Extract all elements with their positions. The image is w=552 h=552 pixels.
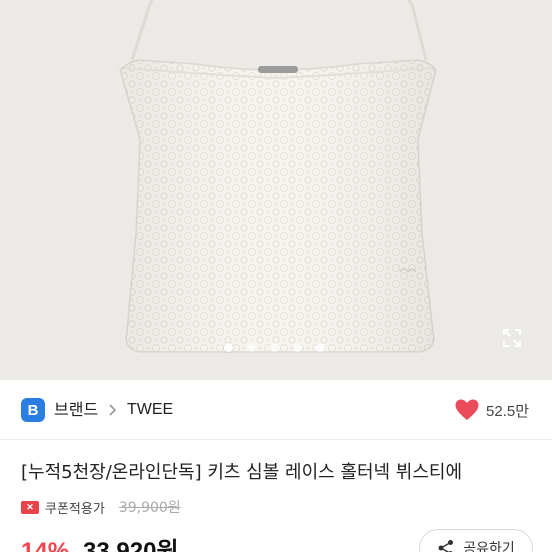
original-price: 39,900원	[118, 500, 181, 516]
lace-camisole-photo	[0, 0, 552, 380]
chevron-right-icon	[109, 404, 117, 416]
pagination-dot-5[interactable]	[315, 343, 325, 352]
price-row: 14% 33,920원	[21, 531, 179, 552]
pagination-dot-2[interactable]	[246, 343, 256, 352]
like-count: 52.5만	[486, 402, 529, 420]
product-image[interactable]	[0, 0, 552, 380]
image-pagination	[0, 343, 550, 353]
share-button[interactable]: 공유하기	[419, 529, 533, 552]
coupon-label: 쿠폰적용가	[45, 501, 105, 517]
brand-badge-icon: B	[21, 398, 45, 422]
brand-label: 브랜드	[54, 400, 99, 419]
pagination-dot-4[interactable]	[292, 343, 302, 352]
brand-name-link[interactable]: TWEE	[127, 399, 173, 421]
share-icon	[438, 540, 454, 552]
share-label: 공유하기	[463, 541, 515, 552]
coupon-icon: ✕	[21, 500, 39, 514]
sale-price: 33,920원	[83, 538, 179, 552]
pagination-dot-3[interactable]	[269, 343, 279, 352]
discount-rate: 14%	[21, 538, 70, 552]
pagination-dot-1[interactable]	[223, 343, 233, 352]
coupon-row: ✕ 쿠폰적용가 39,900원	[21, 496, 181, 518]
heart-icon	[455, 399, 479, 420]
like-button[interactable]: 52.5만	[454, 397, 529, 423]
product-title: [누적5천장/온라인단독] 키츠 심볼 레이스 홀터넥 뷔스티에	[21, 462, 463, 483]
